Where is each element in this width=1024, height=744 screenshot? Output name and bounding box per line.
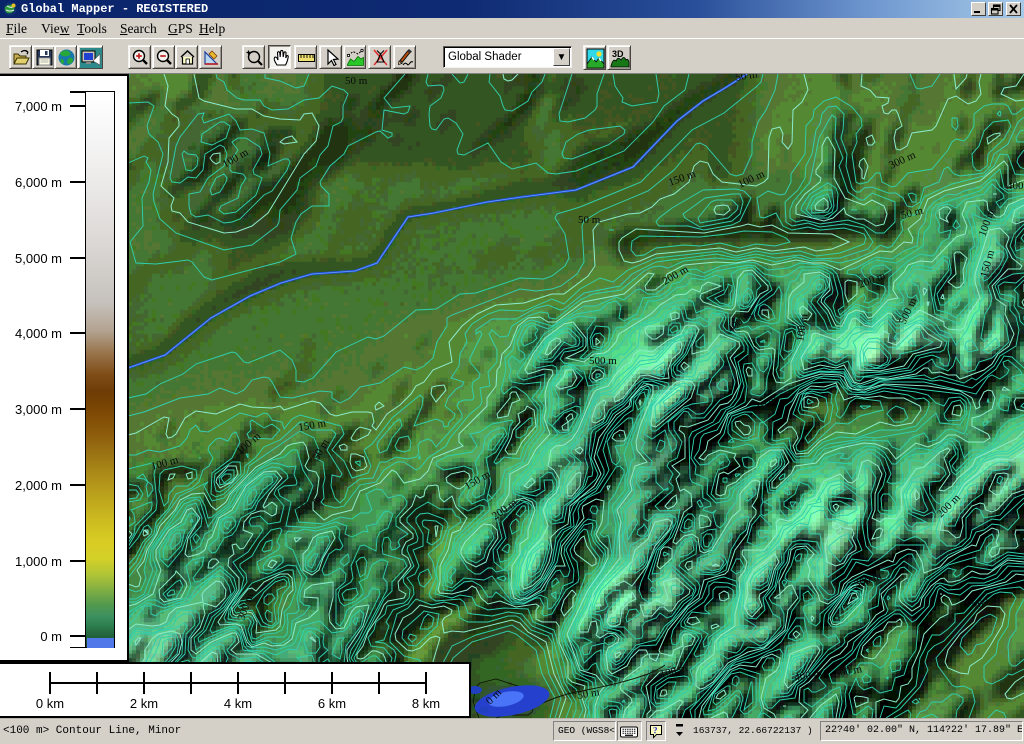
svg-text:50 m: 50 m	[578, 214, 601, 226]
svg-text:500 m: 500 m	[589, 355, 617, 367]
svg-text:50 m: 50 m	[345, 75, 368, 87]
svg-text:400: 400	[1007, 180, 1024, 192]
svg-text:3D: 3D	[612, 49, 624, 59]
svg-text:?: ?	[653, 726, 658, 736]
